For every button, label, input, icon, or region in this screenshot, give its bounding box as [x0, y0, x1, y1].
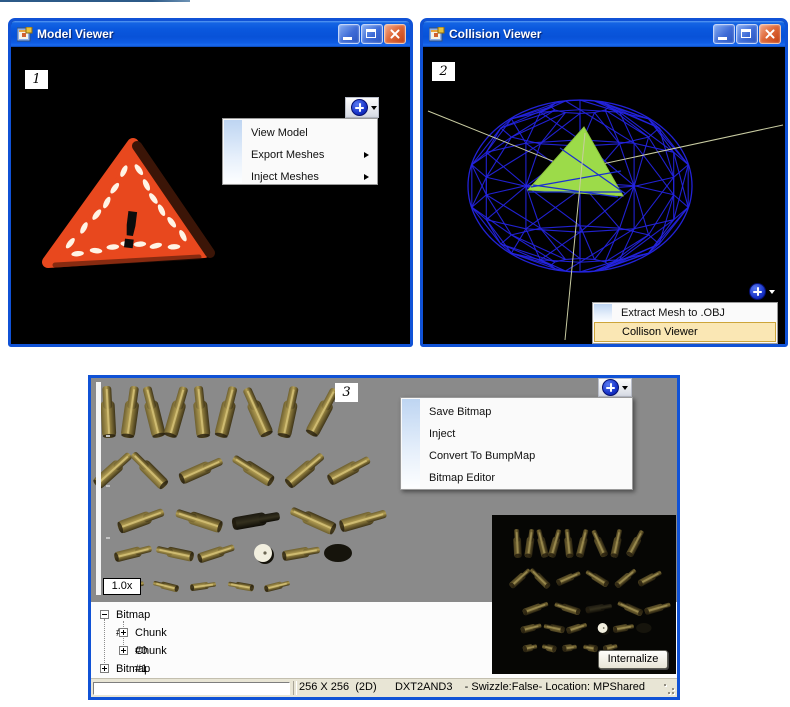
collision-viewer-window: Collision Viewer 2 Extract Mesh to .OBJ … [420, 18, 788, 347]
caret-down-icon[interactable] [769, 290, 775, 294]
menu-item-inject[interactable]: Inject [401, 423, 632, 445]
bitmap-preview-pane: Internalize [492, 515, 676, 674]
resize-grip[interactable] [663, 683, 676, 696]
expand-plus-icon[interactable] [119, 646, 128, 655]
maximize-button[interactable] [361, 24, 383, 44]
slider-tick [106, 435, 110, 437]
status-progress-field[interactable] [93, 682, 290, 695]
caret-down-icon[interactable] [371, 106, 377, 110]
close-button[interactable] [759, 24, 781, 44]
collision-viewport[interactable]: 2 Extract Mesh to .OBJ Collison Viewer [423, 47, 785, 344]
status-separator [293, 681, 297, 695]
expand-plus-icon[interactable] [100, 664, 109, 673]
viewport-number-label: 3 [335, 383, 358, 402]
window-title: Collision Viewer [449, 27, 541, 41]
menu-item-extract-mesh[interactable]: Extract Mesh to .OBJ [593, 303, 777, 323]
viewport-number-label: 1 [25, 70, 48, 89]
model-viewer-window: Model Viewer 1 ! View Model Export Meshe… [8, 18, 413, 347]
minimize-button[interactable] [338, 24, 360, 44]
tree-guide [104, 619, 105, 669]
menu-item-view-model[interactable]: View Model [223, 122, 377, 144]
close-button[interactable] [384, 24, 406, 44]
menu-item-collision-viewer[interactable]: Collison Viewer [594, 322, 776, 342]
bitmap-viewer-window: 1.0x 3 Save Bitmap Inject Convert To Bum… [88, 375, 680, 700]
status-bar: 256 X 256 (2D) DXT2AND3 - Swizzle:False-… [91, 678, 677, 697]
add-circle-icon[interactable] [351, 99, 368, 116]
top-decoration-line [0, 0, 190, 2]
options-menu: Save Bitmap Inject Convert To BumpMap Bi… [400, 397, 633, 490]
warning-triangle-model-render: ! [41, 136, 231, 301]
model-viewport[interactable]: 1 ! View Model Export Meshes Inject Mesh… [11, 47, 410, 344]
add-circle-icon[interactable] [749, 283, 766, 300]
maximize-button[interactable] [736, 24, 758, 44]
form-window-icon [429, 27, 445, 42]
status-text: 256 X 256 (2D) DXT2AND3 - Swizzle:False-… [299, 681, 645, 693]
minimize-button[interactable] [713, 24, 735, 44]
caret-down-icon[interactable] [622, 386, 628, 390]
zoom-level-indicator: 1.0x [103, 578, 141, 595]
zoom-slider[interactable] [96, 382, 101, 595]
options-menu: View Model Export Meshes Inject Meshes [222, 118, 378, 185]
slider-tick [106, 485, 110, 487]
options-menu: Extract Mesh to .OBJ Collison Viewer [592, 302, 778, 344]
model-viewer-titlebar[interactable]: Model Viewer [11, 21, 410, 47]
collision-viewer-titlebar[interactable]: Collision Viewer [423, 21, 785, 47]
menu-item-bitmap-editor[interactable]: Bitmap Editor [401, 467, 632, 489]
window-title: Model Viewer [37, 27, 113, 41]
add-circle-icon[interactable] [602, 379, 619, 396]
form-window-icon [17, 27, 33, 42]
internalize-button[interactable]: Internalize [598, 650, 668, 669]
menu-item-inject-meshes[interactable]: Inject Meshes [223, 166, 377, 188]
menu-item-convert-bumpmap[interactable]: Convert To BumpMap [401, 445, 632, 467]
menu-item-export-meshes[interactable]: Export Meshes [223, 144, 377, 166]
expand-plus-icon[interactable] [119, 628, 128, 637]
menu-item-save-bitmap[interactable]: Save Bitmap [401, 401, 632, 423]
collapse-minus-icon[interactable] [100, 610, 109, 619]
collision-wireframe-render [423, 47, 785, 344]
slider-tick [106, 537, 110, 539]
